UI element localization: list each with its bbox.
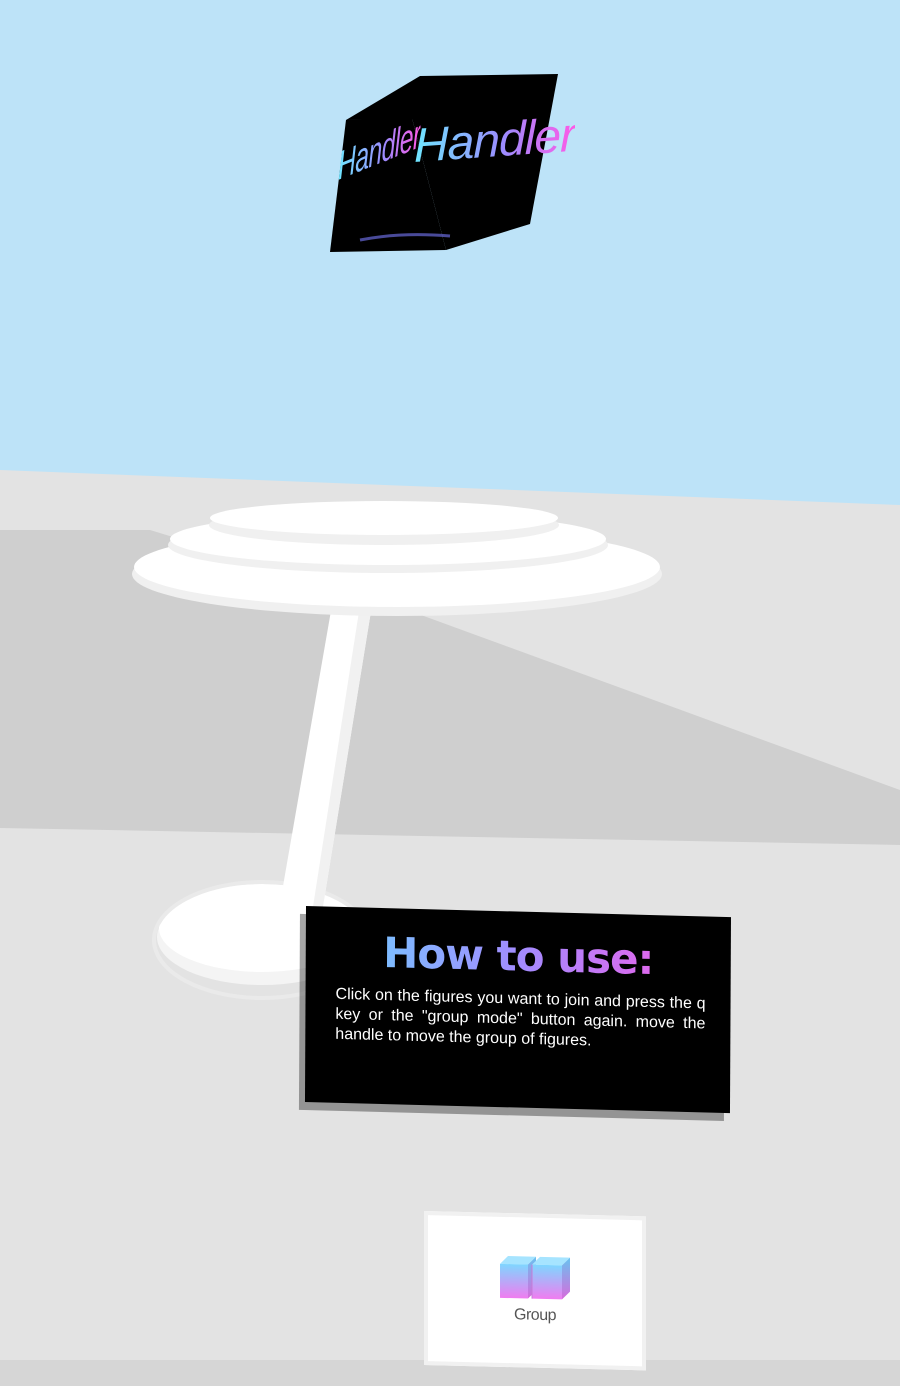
group-cubes-icon (500, 1256, 570, 1300)
3d-scene[interactable]: Handler Handler How to use: Click on the… (0, 0, 900, 1386)
handler-cube[interactable] (330, 74, 558, 252)
scene-geometry (0, 74, 900, 1386)
group-mode-button[interactable]: Group (424, 1211, 646, 1371)
how-to-use-panel: How to use: Click on the figures you wan… (304, 906, 731, 1114)
group-button-label: Group (514, 1306, 556, 1325)
how-to-use-text: Click on the figures you want to join an… (335, 985, 706, 1050)
how-to-use-title: How to use: (306, 926, 731, 986)
